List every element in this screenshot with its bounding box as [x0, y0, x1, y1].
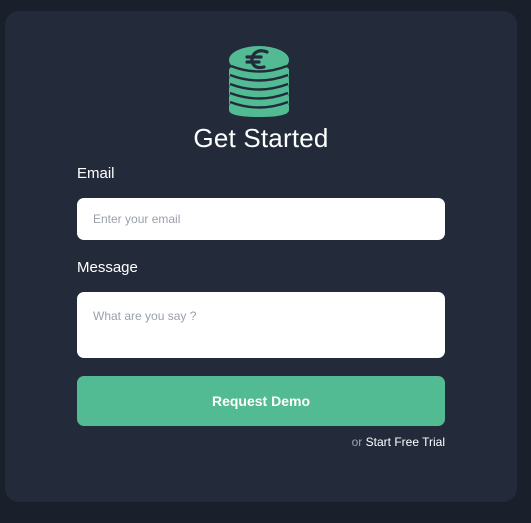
message-field[interactable] — [77, 292, 445, 358]
request-demo-button[interactable]: Request Demo — [77, 376, 445, 426]
euro-coin-stack-icon — [229, 46, 289, 117]
start-free-trial-link[interactable]: Start Free Trial — [366, 435, 445, 449]
message-label: Message — [77, 259, 138, 276]
free-trial-line: or Start Free Trial — [352, 435, 445, 449]
signup-card: Get Started Email Message Request Demo o… — [5, 11, 517, 502]
email-label: Email — [77, 165, 115, 182]
email-field[interactable] — [77, 198, 445, 240]
free-trial-prefix: or — [351, 435, 363, 449]
page-title: Get Started — [193, 123, 329, 153]
